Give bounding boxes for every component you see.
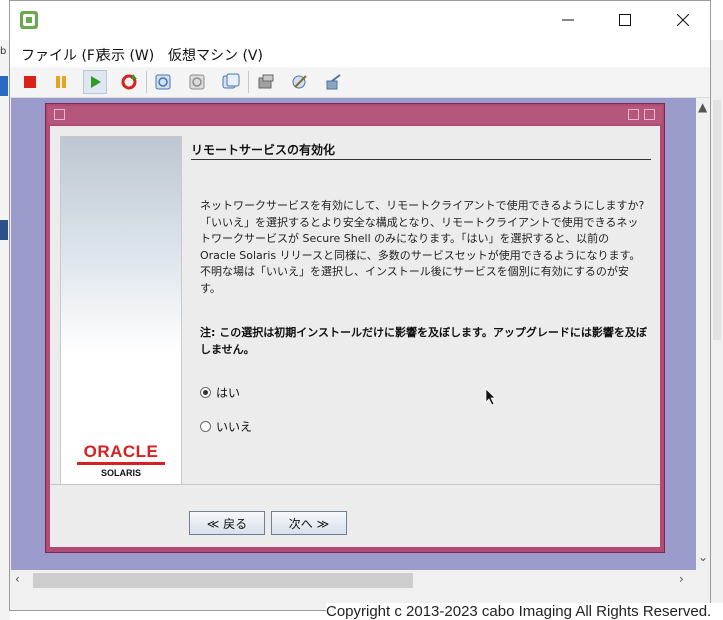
manage-snapshots-button[interactable] xyxy=(219,70,243,94)
reset-button[interactable] xyxy=(117,70,141,94)
installer-content: リモートサービスの有効化 ネットワークサービスを有効にして、リモートクライアント… xyxy=(191,136,661,476)
mouse-pointer-icon xyxy=(485,388,496,406)
menu-bar: ファイル (F) 表示 (W) 仮想マシン (V) xyxy=(10,39,710,67)
settings-icon xyxy=(258,74,274,89)
note-text: 注: この選択は初期インストールだけに影響を及ぼします。アップグレードには影響を… xyxy=(200,326,647,356)
menu-file[interactable]: ファイル (F) xyxy=(21,45,100,65)
scroll-left-icon[interactable]: ‹ xyxy=(15,572,20,586)
stop-icon xyxy=(24,76,36,88)
radio-label-no: いいえ xyxy=(216,420,253,434)
devices-button[interactable] xyxy=(322,70,346,94)
horizontal-scroll-thumb[interactable] xyxy=(33,573,413,588)
radio-button-no[interactable] xyxy=(200,421,211,432)
scroll-right-icon[interactable]: › xyxy=(679,572,684,586)
title-bar[interactable] xyxy=(10,1,710,39)
close-icon xyxy=(677,14,689,26)
minimize-button[interactable] xyxy=(545,1,591,39)
radio-option-yes[interactable]: はい xyxy=(200,384,240,401)
vertical-scrollbar[interactable]: ▲ ⌄ xyxy=(696,98,710,570)
next-button[interactable]: 次へ ≫ xyxy=(271,511,347,535)
scroll-down-icon[interactable]: ⌄ xyxy=(698,550,708,564)
toolbar xyxy=(10,67,710,98)
radio-button-yes[interactable] xyxy=(200,387,211,398)
radio-option-no[interactable]: いいえ xyxy=(200,418,252,435)
background-window-right xyxy=(711,40,723,620)
manage-snapshots-icon xyxy=(222,73,240,89)
stop-button[interactable] xyxy=(18,70,42,94)
pause-button[interactable] xyxy=(49,70,73,94)
installer-window: ORACLE SOLARIS リモートサービスの有効化 ネットワークサービスを有… xyxy=(45,103,665,553)
tools-button[interactable] xyxy=(288,70,312,94)
vm-guest-display[interactable]: ORACLE SOLARIS リモートサービスの有効化 ネットワークサービスを有… xyxy=(11,98,710,570)
oracle-solaris-logo: ORACLE SOLARIS xyxy=(75,443,167,478)
horizontal-scrollbar[interactable]: ‹ › xyxy=(11,570,696,590)
maximize-button[interactable] xyxy=(602,1,648,39)
play-icon xyxy=(91,76,101,88)
installer-footer: ≪ 戻る 次へ ≫ xyxy=(50,484,660,547)
background-scrollbar xyxy=(713,100,721,340)
toolbar-separator xyxy=(146,71,147,93)
radio-label-yes: はい xyxy=(216,386,241,400)
devices-icon xyxy=(326,74,341,90)
close-button[interactable] xyxy=(660,1,706,39)
toolbar-separator xyxy=(248,71,249,93)
vm-app-icon xyxy=(19,10,39,30)
back-button[interactable]: ≪ 戻る xyxy=(189,511,265,535)
menu-view[interactable]: 表示 (W) xyxy=(97,45,154,65)
description-text: ネットワークサービスを有効にして、リモートクライアントで使用できるようにしますか… xyxy=(200,199,645,295)
pause-icon xyxy=(56,76,66,88)
reset-icon xyxy=(121,74,137,90)
oracle-logo-text: ORACLE xyxy=(83,442,159,461)
scroll-up-icon[interactable]: ▲ xyxy=(698,100,707,114)
oracle-logo-bar xyxy=(77,462,165,465)
revert-snapshot-icon xyxy=(189,74,205,90)
solaris-logo-text: SOLARIS xyxy=(100,468,141,478)
background-text: b xyxy=(0,46,7,57)
settings-button[interactable] xyxy=(254,70,278,94)
installer-side-panel: ORACLE SOLARIS xyxy=(60,136,182,488)
copyright-text: Copyright c 2013-2023 cabo Imaging All R… xyxy=(326,603,723,620)
window-menu-icon[interactable] xyxy=(54,109,65,120)
maximize-icon[interactable] xyxy=(644,109,655,120)
page-title: リモートサービスの有効化 xyxy=(191,143,336,157)
heading-divider xyxy=(191,159,651,160)
installer-title-bar[interactable] xyxy=(48,106,662,124)
tools-icon xyxy=(292,75,307,89)
revert-snapshot-button[interactable] xyxy=(185,70,209,94)
background-chip xyxy=(0,220,8,240)
snapshot-icon xyxy=(155,74,171,90)
play-button[interactable] xyxy=(83,70,107,94)
background-chip xyxy=(0,76,8,96)
snapshot-button[interactable] xyxy=(151,70,175,94)
menu-vm[interactable]: 仮想マシン (V) xyxy=(168,45,263,65)
iconify-icon[interactable] xyxy=(628,109,639,120)
maximize-icon xyxy=(619,14,631,26)
minimize-icon xyxy=(562,19,574,21)
vm-window: ファイル (F) 表示 (W) 仮想マシン (V) ORACLE SOLARIS… xyxy=(9,0,711,611)
installer-body: ORACLE SOLARIS リモートサービスの有効化 ネットワークサービスを有… xyxy=(50,126,661,488)
